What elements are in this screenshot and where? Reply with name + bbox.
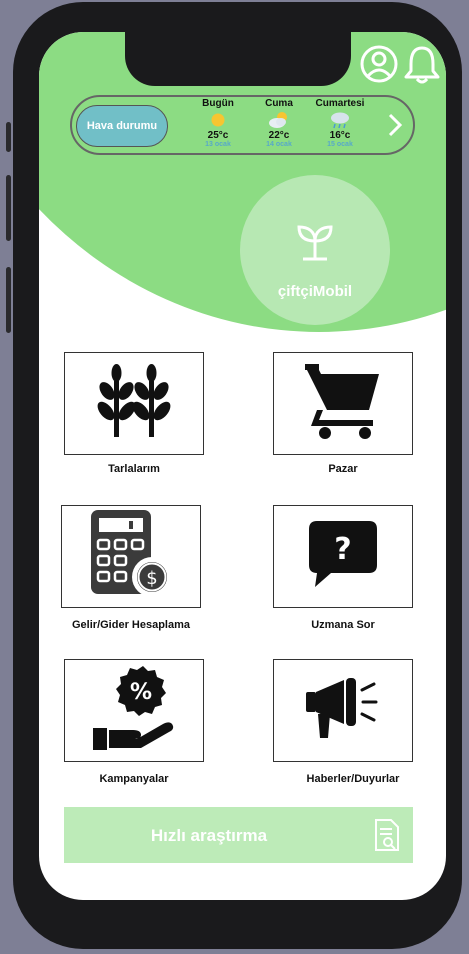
- day-temp: 25°c: [207, 130, 229, 141]
- chevron-right-icon[interactable]: [387, 113, 403, 142]
- day-date: 14 ocak: [266, 141, 292, 148]
- app-name: çiftçiMobil: [277, 283, 353, 300]
- day-temp: 22°c: [268, 130, 290, 141]
- megaphone-icon: [304, 676, 382, 745]
- app-screen: Hava durumu Bugün 25°c 13 ocak Cuma 22°c…: [39, 32, 446, 900]
- phone-frame: Hava durumu Bugün 25°c 13 ocak Cuma 22°c…: [6, 2, 462, 949]
- weather-button[interactable]: Hava durumu: [76, 105, 168, 147]
- day-date: 15 ocak: [327, 141, 353, 148]
- day-name: Bugün: [202, 98, 234, 109]
- calculator-icon: $: [85, 508, 177, 605]
- tile-gelir-gider[interactable]: $: [61, 505, 201, 608]
- document-search-icon: [373, 818, 401, 857]
- day-date: 13 ocak: [205, 141, 231, 148]
- sun-cloud-icon: [244, 111, 314, 129]
- tile-label-tarlalarim: Tarlalarım: [108, 463, 160, 475]
- tile-label-gelir-gider: Gelir/Gider Hesaplama: [72, 619, 190, 631]
- user-circle-icon[interactable]: [360, 44, 398, 89]
- weather-widget: Hava durumu Bugün 25°c 13 ocak Cuma 22°c…: [70, 95, 415, 155]
- day-name: Cumartesi: [315, 98, 365, 109]
- day-name: Cuma: [265, 98, 293, 109]
- question-bubble-icon: ?: [307, 519, 379, 594]
- app-logo: çiftçiMobil: [240, 175, 390, 325]
- shopping-cart-icon: [303, 362, 383, 445]
- sun-icon: [183, 111, 253, 129]
- tile-label-haberler: Haberler/Duyurlar: [306, 773, 400, 785]
- tile-label-pazar: Pazar: [328, 463, 358, 475]
- tile-haberler[interactable]: [273, 659, 413, 762]
- day-temp: 16°c: [329, 130, 351, 141]
- volume-up-button: [6, 175, 11, 241]
- sprout-icon: [294, 223, 336, 266]
- svg-text:$: $: [146, 568, 157, 589]
- tile-label-uzmana-sor: Uzmana Sor: [311, 619, 375, 631]
- quick-search-button[interactable]: Hızlı araştırma: [64, 807, 413, 863]
- tile-pazar[interactable]: [273, 352, 413, 455]
- tile-uzmana-sor[interactable]: ?: [273, 505, 413, 608]
- bell-icon[interactable]: [401, 44, 443, 89]
- tile-label-kampanyalar: Kampanyalar: [99, 773, 169, 785]
- weather-day-saturday: Cumartesi 16°c 15 ocak: [305, 98, 375, 148]
- quick-search-label: Hızlı araştırma: [150, 826, 268, 845]
- svg-text:%: %: [130, 680, 152, 705]
- tile-tarlalarim[interactable]: [64, 352, 204, 455]
- tile-kampanyalar[interactable]: %: [64, 659, 204, 762]
- svg-text:?: ?: [334, 532, 351, 567]
- discount-hand-icon: %: [89, 664, 179, 757]
- wheat-icon: [94, 361, 174, 446]
- weather-day-friday: Cuma 22°c 14 ocak: [244, 98, 314, 148]
- rain-cloud-icon: [305, 111, 375, 129]
- weather-day-today: Bugün 25°c 13 ocak: [183, 98, 253, 148]
- volume-down-button: [6, 267, 11, 333]
- notch: [125, 32, 351, 86]
- mute-switch: [6, 122, 11, 152]
